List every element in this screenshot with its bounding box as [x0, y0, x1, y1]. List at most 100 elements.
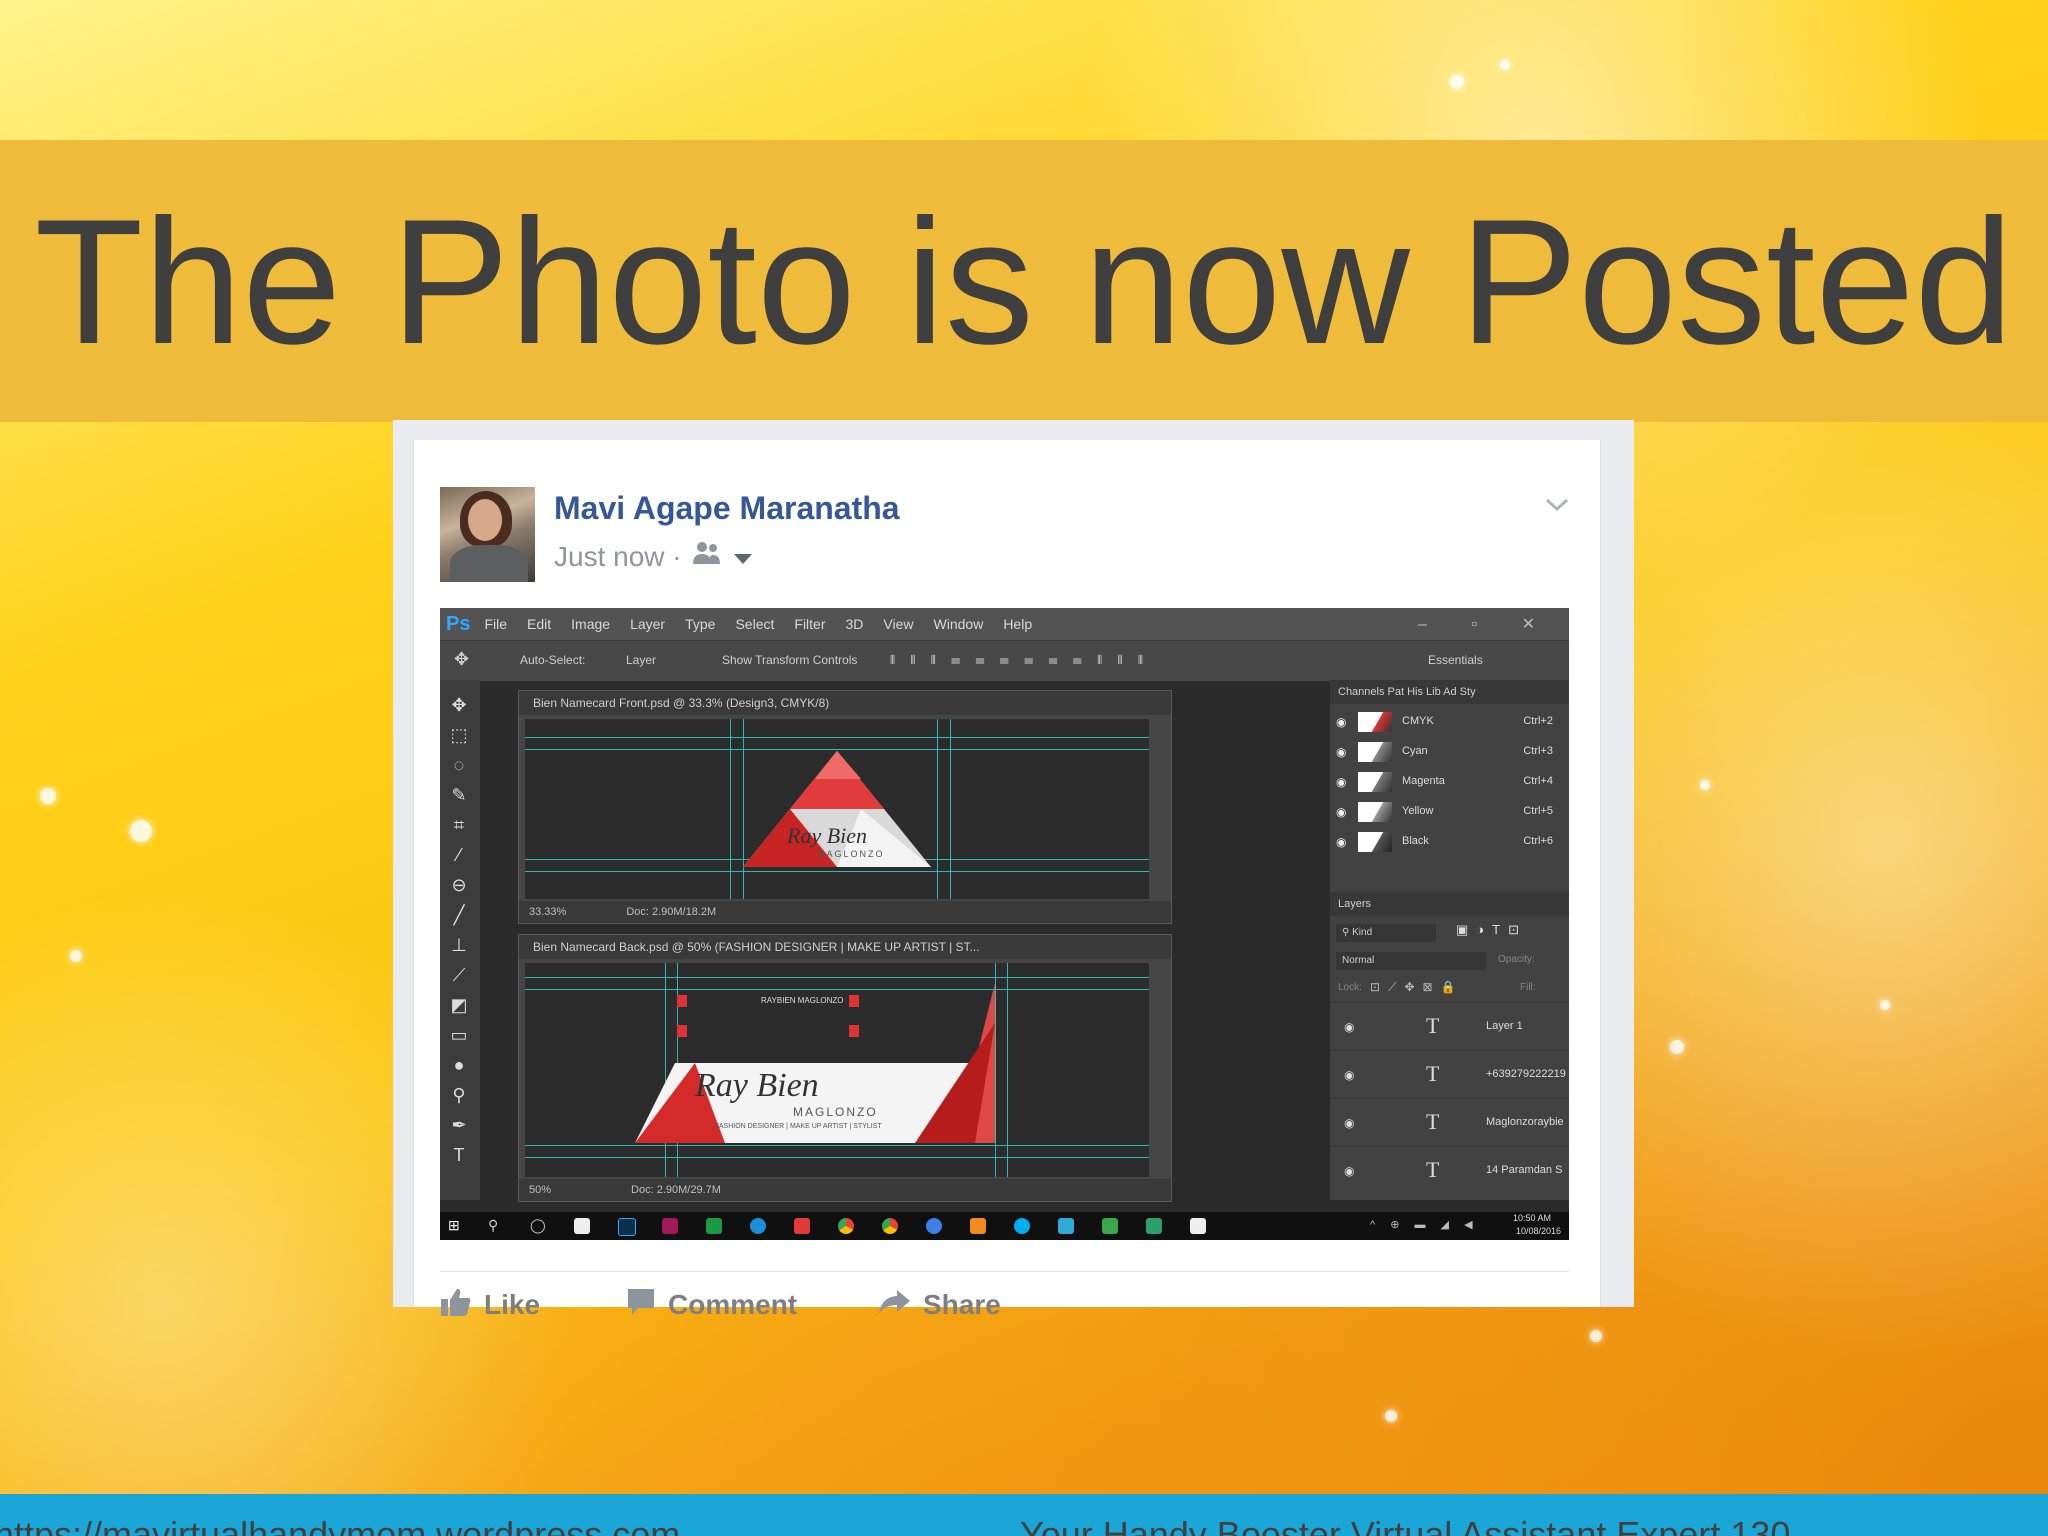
layers-filter-icons: ▣◑T⊡	[1456, 922, 1527, 937]
gradient-tool-icon: ▭	[450, 1025, 468, 1045]
doc-front-title: Bien Namecard Front.psd @ 33.3% (Design3…	[519, 691, 1171, 715]
audience-dropdown-icon[interactable]	[732, 541, 754, 573]
layers-header: Layers	[1330, 892, 1569, 916]
taskbar-date: 10/08/2016	[1515, 1226, 1561, 1236]
layers-opacity-label: Opacity:	[1498, 954, 1535, 965]
thumbs-up-icon	[440, 1287, 472, 1324]
ps-align-icons: ⫴ ⫴ ⫴ ☰ ☰ ☰ ☰ ☰ ☰ ⫴ ⫴ ⫴	[890, 653, 1149, 667]
ps-menu-type: Type	[685, 616, 716, 632]
indesign-taskbar-icon	[662, 1218, 678, 1234]
sparkle	[70, 950, 82, 962]
taskbar-app-icon	[706, 1218, 722, 1234]
post-card: Mavi Agape Maranatha Just now · Ps File …	[413, 440, 1601, 1320]
channel-thumb	[1358, 802, 1392, 822]
post-meta: Just now ·	[554, 540, 754, 573]
channel-thumb	[1358, 712, 1392, 732]
eye-icon: ◉	[1344, 1164, 1355, 1178]
comment-icon	[626, 1287, 656, 1324]
channel-shortcut: Ctrl+6	[1523, 835, 1553, 847]
ps-menu-image: Image	[571, 616, 611, 632]
healing-tool-icon: ⊖	[451, 875, 467, 895]
comment-label: Comment	[668, 1289, 798, 1320]
channel-thumb	[1358, 772, 1392, 792]
doc-back-status: 50% Doc: 2.90M/29.7M	[519, 1179, 1171, 1201]
ps-right-panels: Channels Pat His Lib Ad Sty ◉ CMYK Ctrl+2 …	[1330, 680, 1569, 1200]
card-back-name: Ray Bien	[695, 1067, 819, 1104]
eye-icon: ◉	[1336, 805, 1347, 819]
sparkle	[1500, 60, 1510, 70]
ps-auto-select: Auto-Select:	[520, 653, 586, 667]
post-photo-photoshop-screenshot[interactable]: Ps File Edit Image Layer Type Select Fil…	[440, 608, 1569, 1240]
sparkle	[1880, 1000, 1890, 1010]
ps-document-back: Bien Namecard Back.psd @ 50% (FASHION DE…	[518, 934, 1172, 1202]
post-divider	[440, 1271, 1569, 1272]
channel-row: ◉ Cyan Ctrl+3	[1330, 738, 1569, 766]
type-tool-icon: T	[453, 1145, 465, 1165]
search-icon: ⚲	[488, 1217, 499, 1233]
friends-icon[interactable]	[692, 540, 722, 573]
eye-icon: ◉	[1336, 835, 1347, 849]
card-front-surname: MAGLONZO	[817, 849, 885, 859]
layer-name: +639279222219	[1486, 1068, 1566, 1080]
avatar-body	[450, 545, 528, 582]
channel-name: Yellow	[1402, 805, 1434, 817]
doc-front-canvas: Ray Bien MAGLONZO	[525, 719, 1149, 899]
avatar[interactable]	[440, 487, 535, 582]
eyedropper-tool-icon: ⁄	[457, 845, 461, 865]
facebook-post-screenshot: Mavi Agape Maranatha Just now · Ps File …	[393, 420, 1634, 1320]
photoshop-taskbar-icon	[618, 1218, 636, 1236]
eye-icon: ◉	[1336, 775, 1347, 789]
windows-start-icon: ⊞	[448, 1217, 460, 1233]
taskbar-app-icon	[794, 1218, 810, 1234]
doc-back-zoom: 50%	[529, 1184, 552, 1196]
channel-shortcut: Ctrl+3	[1523, 745, 1553, 757]
eraser-tool-icon: ◩	[450, 995, 468, 1015]
layer-row: ◉ T 14 Paramdan S	[1330, 1146, 1569, 1195]
post-timestamp[interactable]: Just now ·	[554, 541, 682, 573]
slide-footer: https://mavirtualhandymom.wordpress.com …	[0, 1494, 2048, 1536]
ps-menu-edit: Edit	[527, 616, 552, 632]
ps-menu-file: File	[484, 616, 508, 632]
ps-menubar: Ps File Edit Image Layer Type Select Fil…	[440, 608, 1569, 640]
chrome-taskbar-icon	[838, 1218, 854, 1234]
ps-menu-select: Select	[735, 616, 775, 632]
layers-kind-label: Kind	[1352, 927, 1373, 938]
eye-icon: ◉	[1336, 745, 1347, 759]
chrome-taskbar-icon	[882, 1218, 898, 1234]
footer-tagline: Your Handy Booster Virtual Assistant Exp…	[1020, 1514, 1791, 1536]
card-back-tagline: FASHION DESIGNER | MAKE UP ARTIST | STYL…	[715, 1123, 882, 1130]
doc-front-size: Doc: 2.90M/18.2M	[626, 906, 717, 918]
sparkle	[40, 788, 56, 804]
doc-front-status: 33.33% Doc: 2.90M/18.2M	[519, 901, 1171, 923]
taskbar-app-icon	[1190, 1218, 1206, 1234]
taskbar-app-icon	[574, 1218, 590, 1234]
dodge-tool-icon: ⚲	[452, 1085, 466, 1105]
card-front-logo	[743, 751, 931, 867]
footer-url: https://mavirtualhandymom.wordpress.com	[0, 1514, 681, 1536]
layers-blend-mode: Normal	[1336, 952, 1486, 970]
layer-row: ◉ T Layer 1	[1330, 1002, 1569, 1051]
share-button[interactable]: Share	[877, 1285, 1001, 1325]
system-tray-icons: ^ ⊕ ▬ ◢ ◀	[1370, 1219, 1479, 1231]
pen-tool-icon: ✒	[451, 1115, 467, 1135]
channel-thumb	[1358, 742, 1392, 762]
comment-button[interactable]: Comment	[626, 1285, 797, 1325]
type-layer-icon: T	[1426, 1061, 1440, 1086]
move-tool-icon: ✥	[454, 649, 470, 669]
skype-taskbar-icon	[1014, 1218, 1030, 1234]
taskbar-app-icon	[926, 1218, 942, 1234]
post-options-chevron-icon[interactable]	[1542, 490, 1572, 520]
marquee-tool-icon: ⬚	[450, 725, 468, 745]
ps-menu-3d: 3D	[845, 616, 864, 632]
channel-thumb	[1358, 832, 1392, 852]
post-author[interactable]: Mavi Agape Maranatha	[554, 490, 900, 527]
like-button[interactable]: Like	[440, 1285, 540, 1325]
ps-window-controls-icon: – ▫ ✕	[1418, 616, 1555, 633]
type-layer-icon: T	[1426, 1109, 1440, 1134]
channel-name: Cyan	[1402, 745, 1428, 757]
layers-lock-icons: ⊡⟋✥⊠🔒	[1370, 980, 1464, 994]
blur-tool-icon: ●	[453, 1055, 465, 1075]
channel-shortcut: Ctrl+2	[1523, 715, 1553, 727]
layers-lock-label: Lock:	[1338, 982, 1362, 993]
ps-options-bar: ✥ Auto-Select: Layer Show Transform Cont…	[440, 640, 1569, 681]
